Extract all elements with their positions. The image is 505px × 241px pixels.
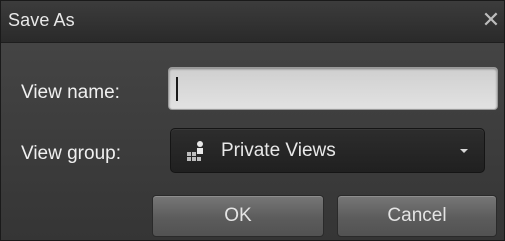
view-name-input[interactable]: [168, 67, 498, 110]
chevron-down-icon: [460, 149, 468, 153]
view-group-select[interactable]: Private Views: [170, 128, 485, 173]
view-group-label: View group:: [21, 143, 121, 164]
view-group-value: Private Views: [221, 140, 336, 161]
ok-button[interactable]: OK: [152, 195, 324, 237]
private-views-icon: [187, 141, 203, 161]
title-bar[interactable]: Save As ✕: [1, 1, 504, 43]
view-name-label: View name:: [21, 82, 120, 103]
dialog-body: View name: View group: Private Views OK …: [1, 43, 504, 240]
save-as-dialog: Save As ✕ View name: View group: Private…: [0, 0, 505, 241]
close-icon[interactable]: ✕: [480, 8, 502, 32]
dialog-title: Save As: [8, 10, 75, 30]
text-caret: [176, 77, 178, 101]
cancel-button[interactable]: Cancel: [337, 195, 497, 237]
